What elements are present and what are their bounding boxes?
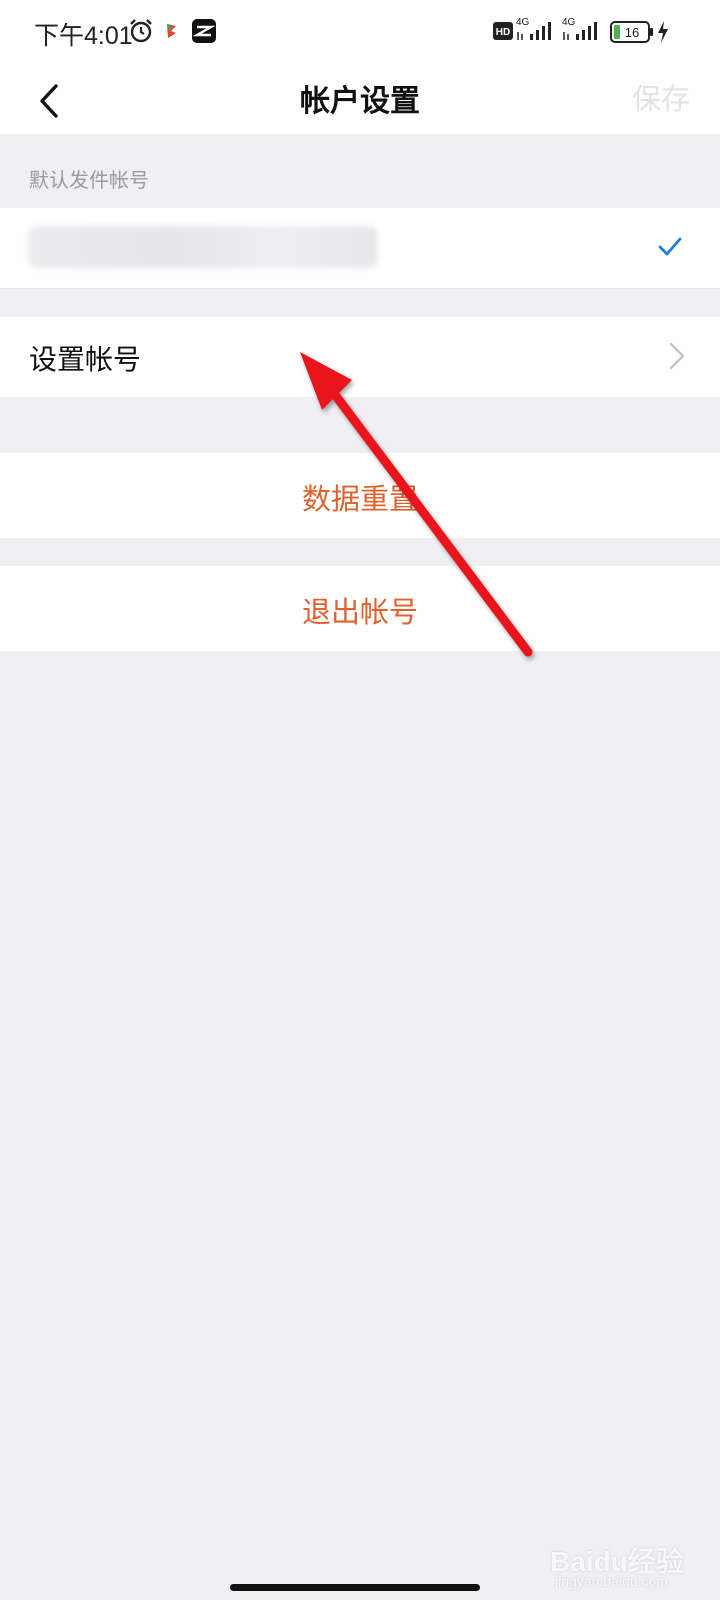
home-indicator[interactable] xyxy=(230,1584,480,1591)
baidu-watermark-url: jingyan.baidu.com xyxy=(555,1573,668,1589)
annotation-arrow xyxy=(300,352,533,657)
